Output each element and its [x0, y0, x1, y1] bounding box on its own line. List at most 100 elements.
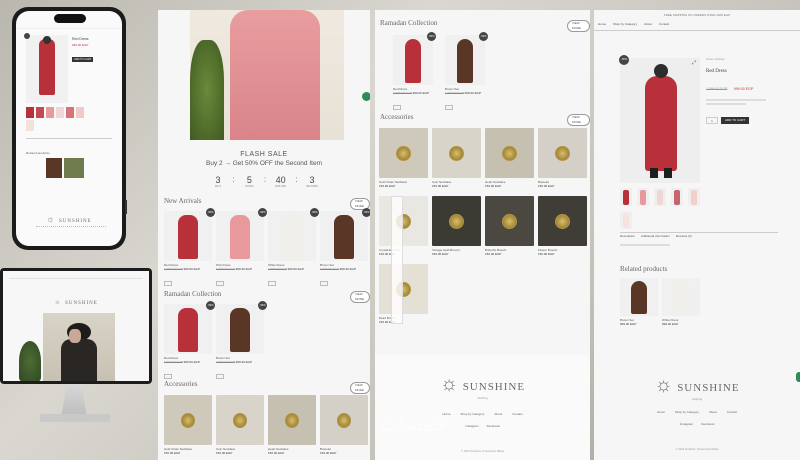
select-options-button[interactable]: · · ·: [216, 374, 224, 379]
product-image[interactable]: [164, 395, 212, 445]
product-image[interactable]: [432, 196, 481, 246]
footer-link[interactable]: Shop by Category: [675, 410, 699, 414]
thumb[interactable]: [26, 120, 34, 131]
product-card[interactable]: Bracelet 150.00 EGP: [320, 395, 368, 455]
product-image[interactable]: [538, 196, 587, 246]
footer-link[interactable]: Shop by Category: [460, 412, 484, 416]
social-link[interactable]: Facebook: [487, 424, 500, 428]
monitor-hero-image[interactable]: [43, 313, 115, 381]
product-card[interactable]: -50% Brown Set 1,999.00 EGP 999.00 EGP · · …: [320, 208, 370, 289]
footer-link[interactable]: Home: [657, 410, 665, 414]
footer-link[interactable]: Contact: [512, 412, 522, 416]
product-image[interactable]: [432, 128, 481, 178]
product-card[interactable]: Bracelet 150.00 EGP: [538, 128, 587, 188]
product-card[interactable]: Coin Necklace 150.00 EGP: [216, 395, 264, 455]
tab-item[interactable]: Reviews (0): [676, 234, 692, 238]
product-card[interactable]: Flower Brooch 150.00 EGP: [538, 196, 587, 256]
thumb[interactable]: [46, 107, 54, 118]
product-card[interactable]: Brown Set 999.00 EGP: [620, 278, 658, 326]
product-card[interactable]: -50% Brown Set 1,999.00 EGP 999.00 EGP · · …: [445, 32, 488, 113]
footer-link[interactable]: About: [709, 410, 717, 414]
thumb[interactable]: [66, 107, 74, 118]
nav-item[interactable]: Shop by Category: [613, 22, 637, 26]
product-image[interactable]: [485, 128, 534, 178]
product-image[interactable]: [538, 128, 587, 178]
tab-item[interactable]: Additional information: [641, 234, 670, 238]
nav-item[interactable]: About: [644, 22, 652, 26]
product-card[interactable]: Heart Necklace 150.00 EGP: [485, 128, 534, 188]
hero-banner[interactable]: [190, 10, 344, 140]
social-link[interactable]: Instagram: [465, 424, 478, 428]
tab-item[interactable]: Description: [620, 234, 635, 238]
product-image[interactable]: [164, 211, 212, 261]
thumb-image[interactable]: [620, 211, 632, 229]
social-link[interactable]: Facebook: [701, 422, 714, 426]
select-options-button[interactable]: · · ·: [164, 281, 172, 286]
thumb[interactable]: [26, 107, 34, 118]
footer-link[interactable]: Contact: [727, 410, 737, 414]
select-options-button[interactable]: · · ·: [268, 281, 276, 286]
phone-related-1[interactable]: [46, 158, 62, 178]
add-to-cart-button[interactable]: ADD TO CART: [721, 117, 750, 124]
product-card[interactable]: Gold Chain Necklace 150.00 EGP: [379, 128, 428, 188]
thumb-image[interactable]: [637, 188, 649, 206]
product-card[interactable]: Butterfly Brooch 150.00 EGP: [485, 196, 534, 256]
ramadan-view-more[interactable]: VIEW MORE: [350, 291, 370, 303]
product-card[interactable]: -50% White Dress 1,999.00 EGP 999.00 EGP · …: [268, 208, 319, 289]
product-card[interactable]: Crystal Earrings 150.00 EGP: [379, 196, 428, 256]
product-card[interactable]: -50% Red Dress 1,999.00 EGP 999.00 EGP · · …: [164, 301, 215, 382]
product-image[interactable]: [379, 196, 428, 246]
product-card[interactable]: Gold Chain Necklace 150.00 EGP: [164, 395, 212, 455]
product-image[interactable]: [268, 211, 316, 261]
phone-product-image[interactable]: [26, 35, 68, 103]
product-image[interactable]: [320, 395, 368, 445]
accessories-view-more-2[interactable]: VIEW MORE: [567, 114, 590, 126]
quick-view-overlay[interactable]: [391, 196, 403, 324]
phone-add-to-cart[interactable]: ADD TO CART: [72, 57, 94, 62]
accessories-view-more[interactable]: VIEW MORE: [350, 382, 370, 394]
product-image[interactable]: [216, 395, 264, 445]
product-card[interactable]: Heart Necklace 150.00 EGP: [268, 395, 316, 455]
social-link[interactable]: Instagram: [680, 422, 693, 426]
product-image[interactable]: [393, 35, 433, 85]
product-card[interactable]: Pearl Brooch 150.00 EGP: [379, 264, 428, 324]
select-options-button[interactable]: · · ·: [320, 281, 328, 286]
quantity-stepper[interactable]: 1: [706, 117, 718, 124]
zoom-icon[interactable]: ⤢: [692, 60, 696, 66]
product-image[interactable]: [379, 264, 428, 314]
select-options-button[interactable]: · · ·: [445, 105, 453, 110]
product-image[interactable]: [485, 196, 534, 246]
product-image[interactable]: [379, 128, 428, 178]
product-card[interactable]: -50% Red Dress 1,999.00 EGP 999.00 EGP · · …: [393, 32, 436, 113]
product-card[interactable]: -50% Brown Set 1,999.00 EGP 999.00 EGP · · …: [216, 301, 267, 382]
product-image[interactable]: [216, 304, 264, 354]
footer-link[interactable]: About: [494, 412, 502, 416]
product-image[interactable]: [268, 395, 316, 445]
phone-related-2[interactable]: [64, 158, 84, 178]
product-card[interactable]: White Dress 999.00 EGP: [662, 278, 700, 326]
product-card[interactable]: -50% Red Dress 1,999.00 EGP 999.00 EGP · · …: [164, 208, 215, 289]
product-main-image[interactable]: [620, 58, 700, 183]
select-options-button[interactable]: · · ·: [216, 281, 224, 286]
thumb-image[interactable]: [688, 188, 700, 206]
product-image[interactable]: [662, 278, 700, 316]
thumb[interactable]: [56, 107, 64, 118]
thumb-image[interactable]: [654, 188, 666, 206]
chat-icon[interactable]: [362, 92, 370, 101]
nav-item[interactable]: Contact: [659, 22, 669, 26]
select-options-button[interactable]: · · ·: [164, 374, 172, 379]
product-image[interactable]: [164, 304, 212, 354]
nav-item[interactable]: Home: [598, 22, 606, 26]
product-image[interactable]: [216, 211, 264, 261]
product-card[interactable]: Vintage Gold Brooch 150.00 EGP: [432, 196, 481, 256]
product-card[interactable]: Coin Necklace 150.00 EGP: [432, 128, 481, 188]
chat-icon[interactable]: [796, 372, 800, 382]
select-options-button[interactable]: · · ·: [393, 105, 401, 110]
product-image[interactable]: [620, 278, 658, 316]
thumb[interactable]: [36, 107, 44, 118]
thumb-image[interactable]: [671, 188, 683, 206]
product-image[interactable]: [445, 35, 485, 85]
thumb-image[interactable]: [620, 188, 632, 206]
thumb[interactable]: [76, 107, 84, 118]
ramadan-view-more-2[interactable]: VIEW MORE: [567, 20, 590, 32]
